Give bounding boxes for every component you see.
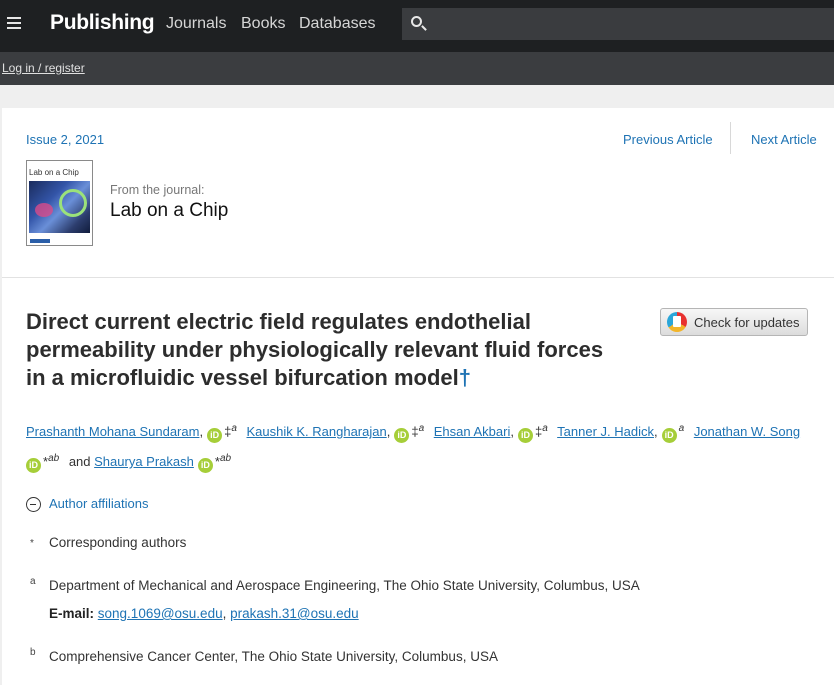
corresponding-authors-text: Corresponding authors: [49, 535, 187, 550]
orcid-icon[interactable]: iD: [661, 428, 677, 443]
journal-cover-image[interactable]: Lab on a Chip: [26, 160, 93, 246]
author-link[interactable]: Shaurya Prakash: [94, 454, 194, 469]
search-input[interactable]: [432, 8, 827, 40]
affiliation-mark-b: b: [30, 647, 36, 658]
email-label: E-mail:: [49, 606, 95, 621]
check-for-updates-button[interactable]: Check for updates: [660, 308, 808, 336]
affiliation-a-text: Department of Mechanical and Aerospace E…: [49, 578, 640, 593]
search-bar: [402, 8, 834, 40]
author-link[interactable]: Ehsan Akbari: [434, 424, 511, 439]
orcid-icon[interactable]: iD: [197, 458, 213, 473]
email-link[interactable]: prakash.31@osu.edu: [230, 606, 359, 621]
email-link[interactable]: song.1069@osu.edu: [98, 606, 223, 621]
nav-books[interactable]: Books: [241, 15, 285, 33]
orcid-icon[interactable]: iD: [207, 428, 223, 443]
nav-databases[interactable]: Databases: [299, 15, 376, 33]
cover-title: Lab on a Chip: [29, 168, 79, 177]
orcid-icon[interactable]: iD: [26, 458, 41, 473]
orcid-icon[interactable]: iD: [394, 428, 410, 443]
esi-dagger-link[interactable]: †: [459, 365, 471, 390]
top-navigation-bar: Publishing Journals Books Databases: [0, 0, 834, 52]
author-link[interactable]: Kaushik K. Rangharajan: [247, 424, 387, 439]
authors-and: and: [68, 454, 91, 469]
issue-link[interactable]: Issue 2, 2021: [26, 132, 104, 147]
cover-artwork: [29, 181, 90, 233]
affiliation-mark-a: a: [30, 576, 36, 587]
orcid-icon[interactable]: iD: [517, 428, 533, 443]
menu-icon[interactable]: [7, 17, 21, 29]
previous-article-link[interactable]: Previous Article: [623, 132, 713, 147]
author-link[interactable]: Tanner J. Hadick: [557, 424, 654, 439]
author-link[interactable]: Jonathan W. Song: [694, 424, 800, 439]
check-for-updates-label: Check for updates: [694, 315, 800, 330]
next-article-link[interactable]: Next Article: [751, 132, 817, 147]
author-affiliations-label: Author affiliations: [49, 496, 149, 511]
divider: [2, 277, 834, 278]
author-link[interactable]: Prashanth Mohana Sundaram: [26, 424, 199, 439]
article-title: Direct current electric field regulates …: [26, 309, 604, 390]
login-register-link[interactable]: Log in / register: [2, 61, 85, 75]
collapse-icon: [26, 497, 41, 512]
crossmark-icon: [667, 312, 687, 332]
cover-publisher-logo: [30, 239, 50, 243]
affiliation-b-text: Comprehensive Cancer Center, The Ohio St…: [49, 649, 498, 664]
search-icon[interactable]: [411, 16, 422, 27]
journal-name[interactable]: Lab on a Chip: [110, 200, 228, 222]
nav-journals[interactable]: Journals: [166, 15, 226, 33]
brand-logo[interactable]: Publishing: [50, 11, 155, 35]
article-card: Issue 2, 2021 Previous Article Next Arti…: [2, 108, 834, 685]
from-journal-label: From the journal:: [110, 183, 205, 197]
author-list: Prashanth Mohana Sundaram, iD ‡a Kaushik K…: [26, 415, 816, 475]
nav-divider: [730, 122, 731, 154]
account-bar: Log in / register: [0, 52, 834, 85]
email-line: E-mail: song.1069@osu.edu, prakash.31@os…: [49, 606, 359, 621]
corresponding-mark: *: [30, 538, 34, 549]
